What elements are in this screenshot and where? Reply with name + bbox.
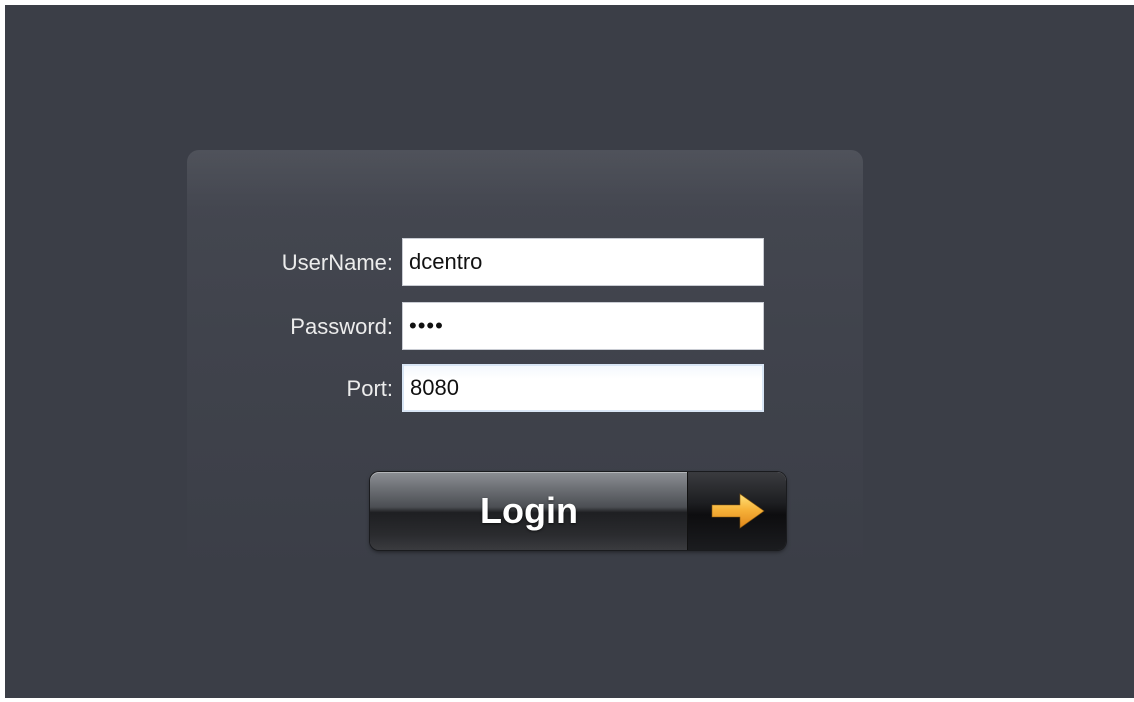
password-row: Password: [187,302,863,350]
password-label: Password: [290,314,393,339]
login-arrow-area [687,472,786,550]
username-label: UserName: [281,250,393,275]
arrow-right-icon [711,493,765,529]
login-panel: UserName: Password: Port: Login [187,150,863,570]
port-input[interactable] [402,364,764,412]
port-row: Port: [187,364,863,412]
password-input[interactable] [402,302,764,350]
username-row: UserName: [187,238,863,286]
login-button-label: Login [480,490,578,531]
app-background: UserName: Password: Port: Login [5,5,1134,698]
port-label: Port: [346,376,393,401]
username-input[interactable] [402,238,764,286]
login-button[interactable]: Login [370,472,786,550]
